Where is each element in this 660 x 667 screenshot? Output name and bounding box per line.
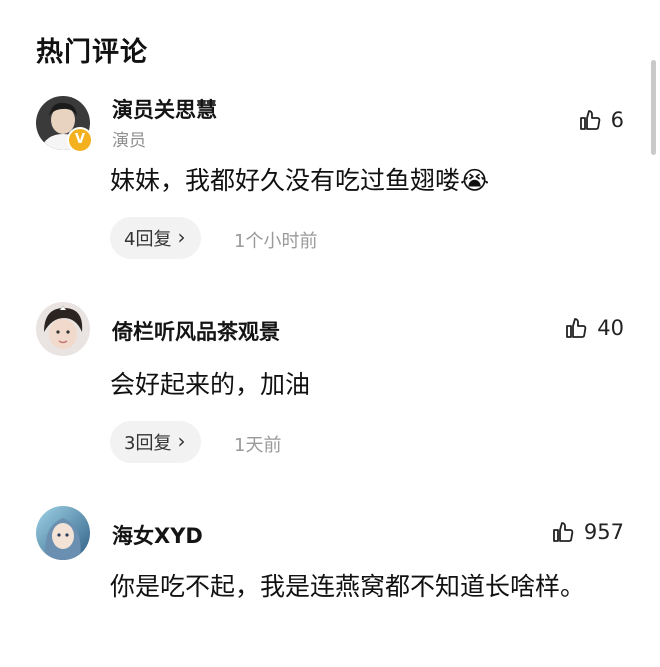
timestamp: 1天前 — [234, 435, 282, 456]
chevron-right-icon: › — [177, 429, 186, 453]
like-button[interactable]: 6 — [578, 108, 624, 132]
thumbs-up-icon — [553, 522, 574, 542]
replies-label: 4回复 — [124, 229, 172, 250]
chevron-right-icon: › — [177, 225, 186, 249]
username[interactable]: 海女XYD — [112, 520, 203, 550]
like-button[interactable]: 957 — [551, 520, 624, 544]
user-avatar-icon — [36, 506, 90, 560]
timestamp: 1个小时前 — [234, 231, 318, 252]
replies-label: 3回复 — [124, 433, 172, 454]
replies-button[interactable]: 4回复 › — [110, 217, 202, 259]
comment-text: 会好起来的，加油 — [110, 370, 311, 399]
like-count: 40 — [597, 316, 624, 340]
avatar[interactable]: V — [36, 96, 93, 153]
verified-badge-icon: V — [67, 127, 93, 153]
like-count: 6 — [610, 108, 624, 132]
replies-button[interactable]: 3回复 › — [110, 421, 202, 463]
thumbs-up-icon — [579, 110, 600, 130]
like-button[interactable]: 40 — [564, 316, 624, 340]
avatar[interactable] — [36, 302, 90, 356]
page-title: 热门评论 — [36, 37, 148, 68]
comment-text: 妹妹，我都好久没有吃过鱼翅喽😭 — [110, 166, 490, 195]
scrollbar-thumb[interactable] — [651, 60, 656, 155]
user-tag: 演员 — [112, 131, 146, 151]
username[interactable]: 倚栏听风品茶观景 — [112, 316, 280, 346]
comment-text: 你是吃不起，我是连燕窝都不知道长啥样。 — [110, 572, 586, 601]
user-avatar-icon — [36, 302, 90, 356]
username[interactable]: 演员关思慧 — [112, 94, 217, 124]
avatar[interactable] — [36, 506, 90, 560]
like-count: 957 — [583, 520, 624, 544]
thumbs-up-icon — [566, 318, 587, 338]
